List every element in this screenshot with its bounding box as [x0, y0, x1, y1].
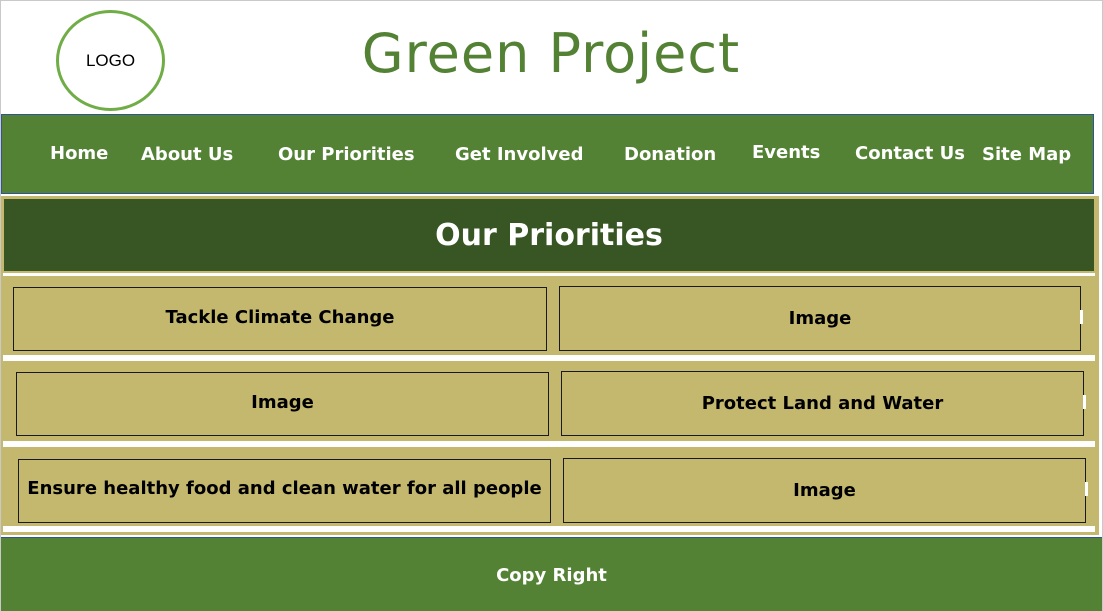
site-title: Green Project: [361, 22, 741, 85]
image-placeholder: Image: [563, 458, 1086, 523]
main-nav: Home About Us Our Priorities Get Involve…: [1, 114, 1094, 194]
edge-marker: [1085, 482, 1088, 496]
priority-card-label: Tackle Climate Change: [165, 306, 395, 328]
image-placeholder-label: Image: [251, 391, 314, 413]
divider: [3, 273, 1095, 276]
nav-item-events[interactable]: Events: [752, 113, 820, 193]
priority-card-tackle-climate-change[interactable]: Tackle Climate Change: [13, 287, 547, 351]
footer: Copy Right: [1, 537, 1102, 611]
divider: [3, 526, 1095, 532]
nav-item-get-involved[interactable]: Get Involved: [455, 115, 583, 195]
page: LOGO Green Project Home About Us Our Pri…: [0, 0, 1103, 611]
nav-item-donation[interactable]: Donation: [624, 115, 716, 195]
priority-card-label: Protect Land and Water: [701, 393, 944, 414]
edge-marker: [1083, 395, 1086, 409]
image-placeholder: Image: [16, 372, 549, 436]
edge-marker: [1080, 310, 1083, 324]
divider: [3, 355, 1095, 361]
nav-item-contact-us[interactable]: Contact Us: [855, 114, 965, 194]
priority-card-protect-land-and-water[interactable]: Protect Land and Water: [561, 371, 1084, 436]
nav-item-home[interactable]: Home: [50, 114, 108, 194]
priority-card-label: Ensure healthy food and clean water for …: [27, 477, 542, 499]
nav-item-about-us[interactable]: About Us: [141, 115, 233, 195]
section-title: Our Priorities: [3, 198, 1095, 272]
priority-card-ensure-healthy-food[interactable]: Ensure healthy food and clean water for …: [18, 459, 551, 523]
footer-copyright: Copy Right: [496, 564, 607, 586]
image-placeholder-label: Image: [793, 480, 856, 501]
image-placeholder-label: Image: [788, 308, 852, 329]
nav-item-site-map[interactable]: Site Map: [982, 115, 1071, 195]
logo[interactable]: LOGO: [56, 10, 165, 111]
nav-item-our-priorities[interactable]: Our Priorities: [278, 115, 415, 195]
divider: [3, 441, 1095, 447]
image-placeholder: Image: [559, 286, 1081, 351]
logo-text: LOGO: [85, 50, 136, 70]
header: LOGO Green Project: [1, 1, 1102, 114]
